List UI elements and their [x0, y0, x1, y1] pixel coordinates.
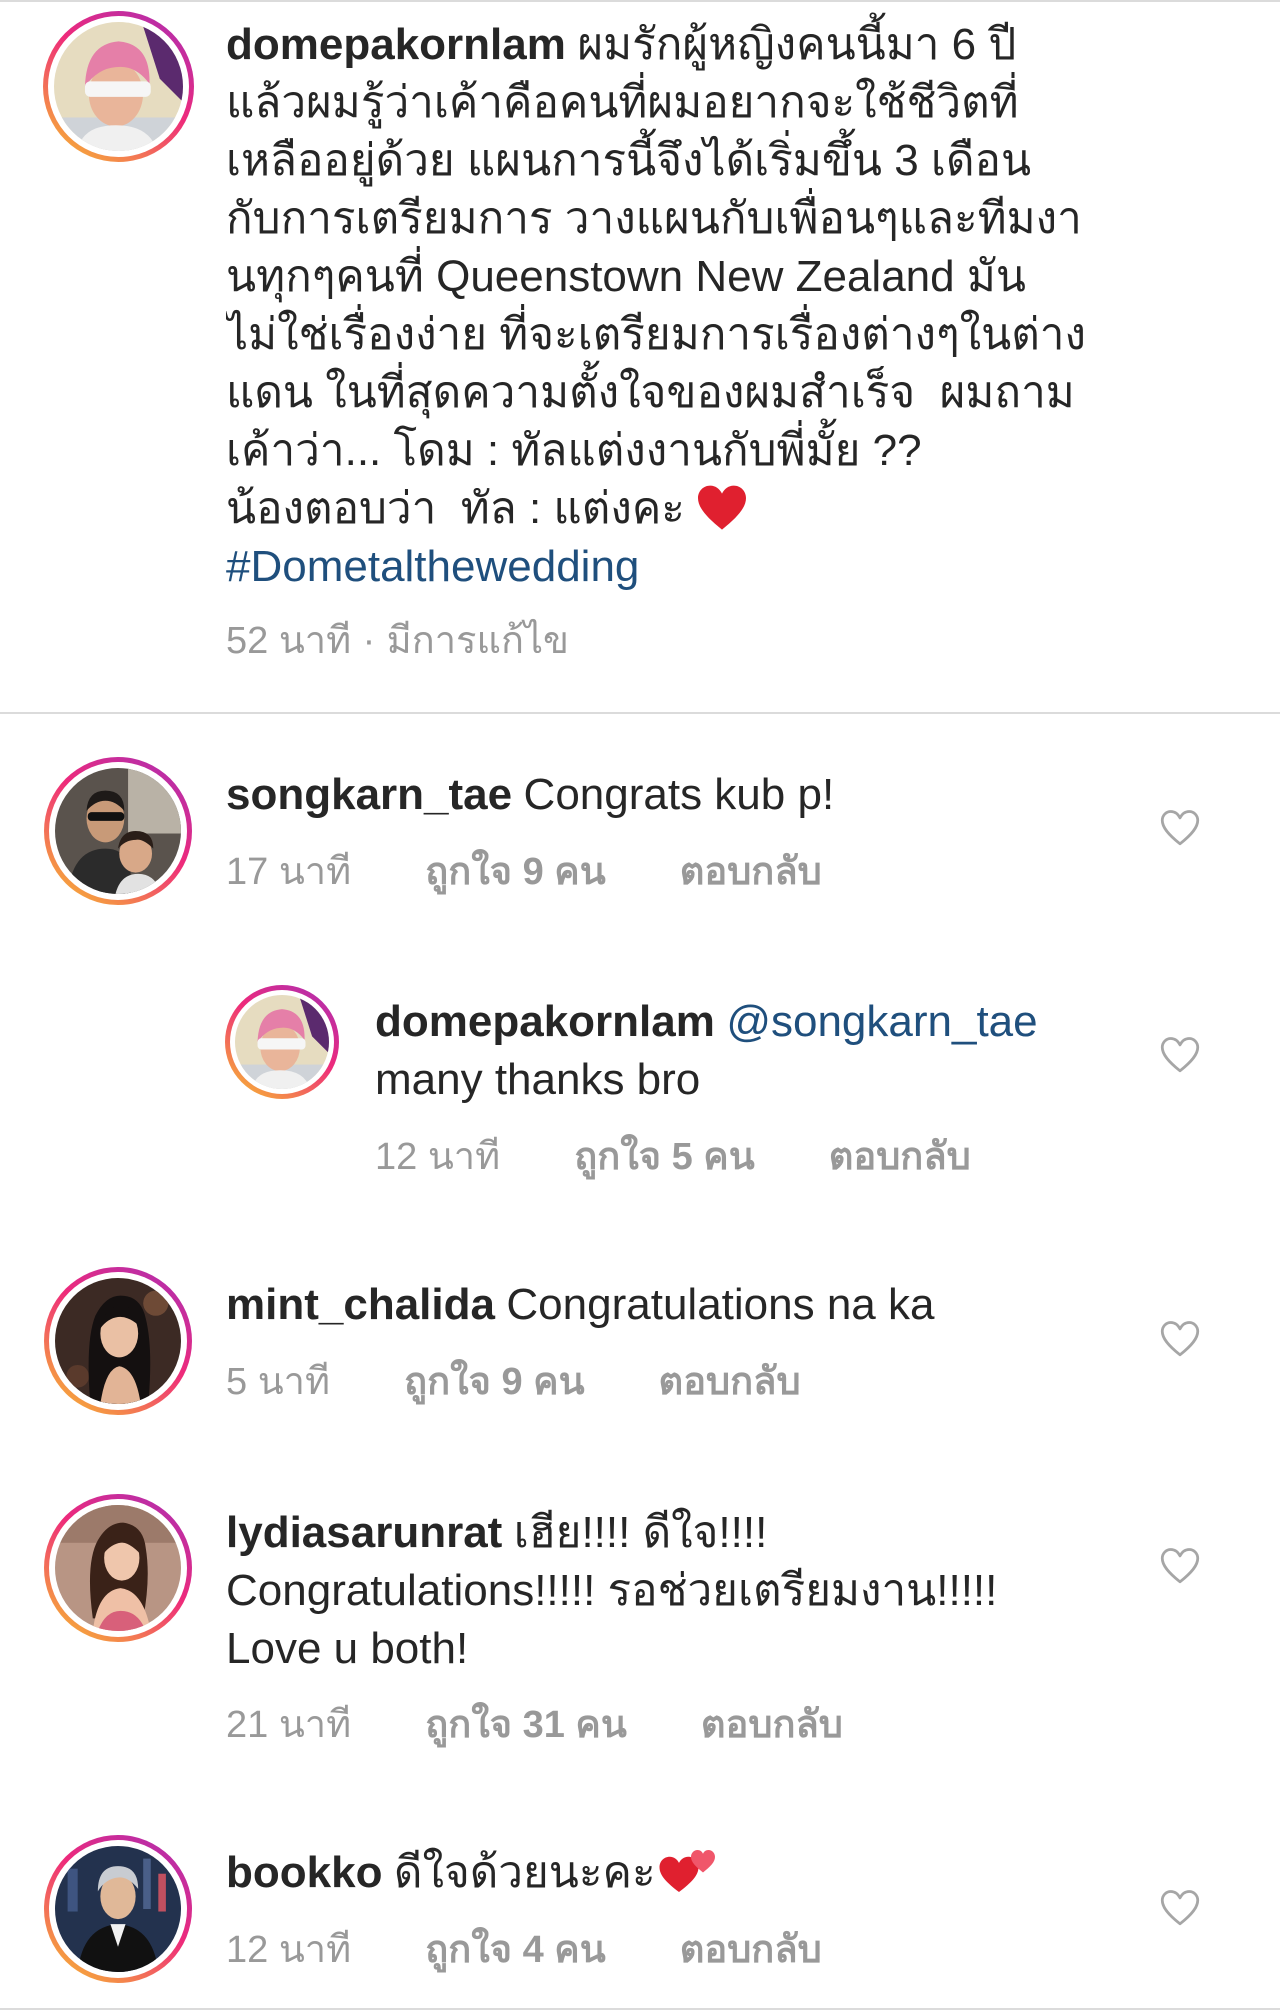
- reply-button[interactable]: ตอบกลับ: [659, 1358, 801, 1406]
- caption-meta: 52 นาที · มีการแก้ไข: [226, 617, 569, 665]
- profile-photo: [55, 768, 181, 894]
- like-button[interactable]: [1159, 1547, 1201, 1585]
- comment-text: Love u both!: [226, 1624, 469, 1673]
- caption-divider: [0, 712, 1280, 714]
- avatar-ring-gap: [49, 1499, 187, 1637]
- profile-photo: [55, 1846, 181, 1972]
- comment-meta: 17 นาที ถูกใจ 9 คน ตอบกลับ: [226, 848, 822, 896]
- comment-body: bookko ดีใจด้วยนะคะ: [226, 1844, 1126, 1902]
- caption-username[interactable]: domepakornlam: [226, 20, 566, 69]
- caption-line: เหลืออยู่ด้วย แผนการนี้จึงได้เริ่มขึ้น 3…: [226, 136, 1032, 185]
- comment-body: mint_chalida Congratulations na ka: [226, 1276, 1126, 1334]
- heart-outline-icon: [1160, 810, 1200, 846]
- caption-text: domepakornlam ผมรักผู้หญิงคนนี้มา 6 ปี แล…: [226, 16, 1240, 596]
- comment-line: lydiasarunrat เฮีย!!!! ดีใจ!!!!: [226, 1504, 1126, 1562]
- caption-line: นทุกๆคนที่ Queenstown New Zealand มัน: [226, 252, 1026, 301]
- caption-line: ไม่ใช่เรื่องง่าย ที่จะเตรียมการเรื่องต่า…: [226, 310, 1086, 359]
- heart-outline-icon: [1160, 1321, 1200, 1357]
- profile-photo: [235, 995, 329, 1089]
- caption-text-segment: น้องตอบว่า ทัล : แต่งคะ: [226, 484, 685, 533]
- comment-username[interactable]: songkarn_tae: [226, 770, 512, 819]
- comment-time: 12 นาที: [226, 1929, 352, 1971]
- likes-count-link[interactable]: ถูกใจ 9 คน: [425, 848, 605, 896]
- caption-line: กับการเตรียมการ วางแผนกับเพื่อนๆและทีมงา: [226, 194, 1082, 243]
- comment-line: bookko ดีใจด้วยนะคะ: [226, 1844, 1126, 1902]
- avatar-domepakornlam[interactable]: [43, 11, 194, 162]
- like-button[interactable]: [1159, 1036, 1201, 1074]
- avatar-domepakornlam[interactable]: [225, 985, 339, 1099]
- top-divider: [0, 0, 1280, 2]
- comment-time: 21 นาที: [226, 1704, 352, 1746]
- comment-text: ดีใจด้วยนะคะ: [393, 1848, 656, 1897]
- reply-button[interactable]: ตอบกลับ: [680, 848, 822, 896]
- comment-time: 17 นาที: [226, 851, 352, 893]
- like-button[interactable]: [1159, 809, 1201, 847]
- hashtag-link[interactable]: #Dometalthewedding: [226, 542, 639, 591]
- comment-line: mint_chalida Congratulations na ka: [226, 1276, 1126, 1334]
- comment-meta: 21 นาที ถูกใจ 31 คน ตอบกลับ: [226, 1701, 843, 1749]
- comment-text: เฮีย!!!! ดีใจ!!!!: [513, 1508, 768, 1557]
- reply-button[interactable]: ตอบกลับ: [829, 1133, 971, 1181]
- two-hearts-emoji-icon: [659, 1850, 715, 1892]
- edited-label: มีการแก้ไข: [386, 620, 570, 662]
- comment-body: domepakornlam @songkarn_tae many thanks b…: [375, 993, 1135, 1109]
- comment-time: 12 นาที: [375, 1136, 501, 1178]
- red-heart-emoji-icon: [697, 485, 746, 530]
- caption-line: น้องตอบว่า ทัล : แต่งคะ: [226, 480, 1240, 538]
- likes-count-link[interactable]: ถูกใจ 4 คน: [425, 1926, 605, 1974]
- comment-body: songkarn_tae Congrats kub p!: [226, 766, 1126, 824]
- meta-separator: ·: [362, 620, 376, 662]
- avatar-bookko[interactable]: [44, 1835, 192, 1983]
- post-time: 52 นาที: [226, 620, 352, 662]
- like-button[interactable]: [1159, 1889, 1201, 1927]
- reply-button[interactable]: ตอบกลับ: [680, 1926, 822, 1974]
- comment-text: many thanks bro: [375, 1055, 701, 1104]
- comment-text: Congratulations na ka: [506, 1280, 935, 1329]
- mention-link[interactable]: @songkarn_tae: [726, 997, 1037, 1046]
- like-button[interactable]: [1159, 1320, 1201, 1358]
- avatar-ring-gap: [230, 990, 334, 1094]
- avatar-ring-gap: [49, 1272, 187, 1410]
- likes-count-link[interactable]: ถูกใจ 31 คน: [425, 1701, 627, 1749]
- heart-outline-icon: [1160, 1548, 1200, 1584]
- avatar-mint-chalida[interactable]: [44, 1267, 192, 1415]
- profile-photo: [54, 22, 183, 151]
- comment-line: domepakornlam @songkarn_tae: [375, 993, 1135, 1051]
- comment-username[interactable]: bookko: [226, 1848, 382, 1897]
- comment-text: Congratulations!!!!! รอช่วยเตรียมงาน!!!!…: [226, 1566, 998, 1615]
- heart-outline-icon: [1160, 1037, 1200, 1073]
- bottom-divider: [0, 2008, 1280, 2010]
- likes-count-link[interactable]: ถูกใจ 5 คน: [574, 1133, 754, 1181]
- comment-text: Congrats kub p!: [523, 770, 835, 819]
- profile-photo: [55, 1278, 181, 1404]
- caption-line: เค้าว่า... โดม : ทัลแต่งงานกับพี่มั้ย ??: [226, 426, 922, 475]
- comment-username[interactable]: domepakornlam: [375, 997, 715, 1046]
- avatar-lydiasarunrat[interactable]: [44, 1494, 192, 1642]
- avatar-songkarn-tae[interactable]: [44, 757, 192, 905]
- comment-meta: 5 นาที ถูกใจ 9 คน ตอบกลับ: [226, 1358, 801, 1406]
- avatar-ring-gap: [49, 762, 187, 900]
- likes-count-link[interactable]: ถูกใจ 9 คน: [404, 1358, 584, 1406]
- caption-line: domepakornlam ผมรักผู้หญิงคนนี้มา 6 ปี: [226, 16, 1240, 74]
- caption-line: #Dometalthewedding: [226, 538, 1240, 596]
- comment-line: songkarn_tae Congrats kub p!: [226, 766, 1126, 824]
- comment-username[interactable]: lydiasarunrat: [226, 1508, 502, 1557]
- reply-button[interactable]: ตอบกลับ: [701, 1701, 843, 1749]
- comment-body: lydiasarunrat เฮีย!!!! ดีใจ!!!! Congratul…: [226, 1504, 1126, 1678]
- comment-meta: 12 นาที ถูกใจ 4 คน ตอบกลับ: [226, 1926, 822, 1974]
- comment-meta: 12 นาที ถูกใจ 5 คน ตอบกลับ: [375, 1133, 971, 1181]
- avatar-ring-gap: [48, 16, 189, 157]
- caption-line: แดน ในที่สุดความตั้งใจของผมสำเร็จ ผมถาม: [226, 368, 1075, 417]
- caption-line: แล้วผมรู้ว่าเค้าคือคนที่ผมอยากจะใช้ชีวิต…: [226, 78, 1019, 127]
- avatar-ring-gap: [49, 1840, 187, 1978]
- profile-photo: [55, 1505, 181, 1631]
- comment-username[interactable]: mint_chalida: [226, 1280, 495, 1329]
- heart-outline-icon: [1160, 1890, 1200, 1926]
- comment-time: 5 นาที: [226, 1361, 331, 1403]
- caption-text-segment: ผมรักผู้หญิงคนนี้มา 6 ปี: [577, 20, 1017, 69]
